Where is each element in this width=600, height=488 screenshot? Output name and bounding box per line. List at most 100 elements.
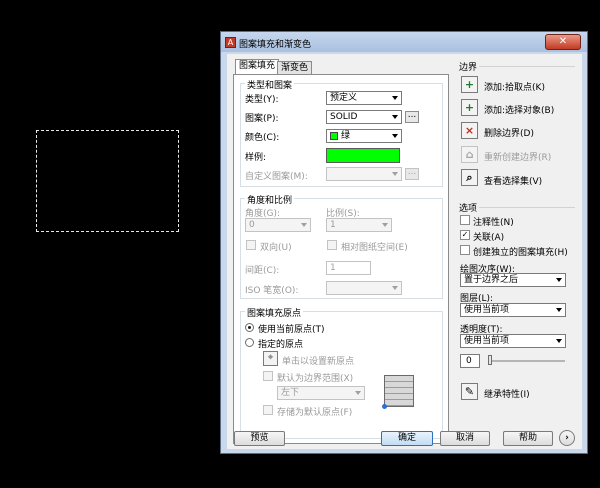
spacing-label: 间距(C): bbox=[245, 266, 280, 276]
transparency-select[interactable]: 使用当前项 bbox=[460, 334, 566, 348]
color-swatch-icon bbox=[330, 132, 338, 140]
hatch-origin-title: 图案填充原点 bbox=[245, 306, 304, 319]
color-label: 颜色(C): bbox=[245, 133, 280, 143]
boundaries-divider bbox=[479, 66, 575, 67]
cancel-button[interactable]: 取消 bbox=[440, 431, 490, 446]
spacing-input[interactable]: 1 bbox=[326, 261, 371, 275]
separate-hatches-checkbox[interactable] bbox=[460, 245, 470, 255]
origin-point-icon bbox=[382, 404, 387, 409]
ok-button[interactable]: 确定 bbox=[381, 431, 433, 446]
angle-scale-group: 角度和比例 角度(G): 比例(S): 0 1 双向(U) 相对图纸空间(E) … bbox=[240, 193, 443, 299]
iso-pen-width-label: ISO 笔宽(O): bbox=[245, 286, 299, 296]
double-checkbox[interactable] bbox=[246, 240, 256, 250]
type-pattern-title: 类型和图案 bbox=[245, 78, 295, 91]
recreate-boundary-icon[interactable]: ⌂ bbox=[461, 146, 478, 163]
extent-position-select[interactable]: 左下 bbox=[277, 386, 365, 400]
specified-origin-label: 指定的原点 bbox=[258, 340, 304, 350]
inherit-properties-label[interactable]: 继承特性(I) bbox=[484, 387, 530, 400]
chevron-down-icon bbox=[355, 391, 361, 395]
angle-select-value: 0 bbox=[249, 220, 255, 230]
add-pick-points-icon[interactable]: + bbox=[461, 76, 478, 93]
transparency-value: 使用当前项 bbox=[464, 336, 510, 346]
type-select[interactable]: 预定义 bbox=[326, 91, 402, 105]
chevron-down-icon bbox=[392, 96, 398, 100]
transparency-slider-track[interactable] bbox=[489, 360, 565, 362]
inherit-properties-icon[interactable]: ✎ bbox=[461, 383, 478, 400]
boundaries-title: 边界 bbox=[459, 63, 478, 73]
chevron-down-icon bbox=[392, 172, 398, 176]
pattern-browse-button[interactable]: ... bbox=[405, 111, 419, 123]
draw-order-select[interactable]: 置于边界之后 bbox=[460, 273, 566, 287]
angle-select[interactable]: 0 bbox=[245, 218, 311, 232]
chevron-down-icon bbox=[392, 115, 398, 119]
type-select-value: 预定义 bbox=[330, 93, 358, 103]
relative-paper-checkbox[interactable] bbox=[327, 240, 337, 250]
layer-select[interactable]: 使用当前项 bbox=[460, 303, 566, 317]
view-selections-icon[interactable]: ⌕ bbox=[461, 169, 478, 186]
help-button[interactable]: 帮助 bbox=[503, 431, 553, 446]
app-icon: A bbox=[225, 37, 236, 48]
transparency-slider-thumb[interactable] bbox=[488, 355, 492, 365]
custom-pattern-browse-button[interactable]: ... bbox=[405, 168, 419, 180]
origin-preview-icon bbox=[382, 375, 414, 409]
pick-origin-icon[interactable]: ⌖ bbox=[263, 351, 278, 366]
relative-paper-label: 相对图纸空间(E) bbox=[341, 243, 408, 253]
annotative-label: 注释性(N) bbox=[473, 218, 514, 228]
use-current-origin-radio[interactable] bbox=[245, 323, 254, 332]
layer-value: 使用当前项 bbox=[464, 305, 510, 315]
annotative-checkbox[interactable] bbox=[460, 215, 470, 225]
remove-boundaries-icon[interactable]: × bbox=[461, 122, 478, 139]
scale-select-value: 1 bbox=[330, 220, 336, 230]
options-divider bbox=[479, 207, 575, 208]
chevron-down-icon bbox=[392, 286, 398, 290]
store-default-origin-label: 存储为默认原点(F) bbox=[277, 408, 353, 418]
hatch-gradient-dialog: A 图案填充和渐变色 ✕ 图案填充 渐变色 类型和图案 类型(Y): 预定义 图… bbox=[220, 31, 588, 454]
chevron-down-icon bbox=[556, 308, 562, 312]
options-title: 选项 bbox=[459, 204, 478, 214]
remove-boundaries-label[interactable]: 删除边界(D) bbox=[484, 126, 534, 139]
color-select[interactable]: 绿 bbox=[326, 129, 402, 143]
use-current-origin-label: 使用当前原点(T) bbox=[258, 325, 325, 335]
iso-pen-width-select[interactable] bbox=[326, 281, 402, 295]
pattern-select-value: SOLID bbox=[330, 112, 358, 122]
add-select-objects-icon[interactable]: + bbox=[461, 99, 478, 116]
recreate-boundary-label[interactable]: 重新创建边界(R) bbox=[484, 150, 551, 163]
tab-gradient[interactable]: 渐变色 bbox=[277, 61, 313, 74]
add-pick-points-label[interactable]: 添加:拾取点(K) bbox=[484, 80, 545, 93]
scale-select[interactable]: 1 bbox=[326, 218, 392, 232]
more-options-button[interactable]: › bbox=[559, 430, 575, 446]
double-label: 双向(U) bbox=[260, 243, 292, 253]
chevron-down-icon bbox=[382, 223, 388, 227]
draw-order-value: 置于边界之后 bbox=[464, 275, 519, 285]
pattern-select[interactable]: SOLID bbox=[326, 110, 402, 124]
title-bar[interactable]: A 图案填充和渐变色 ✕ bbox=[221, 32, 587, 52]
default-extent-checkbox[interactable] bbox=[263, 371, 273, 381]
add-select-objects-label[interactable]: 添加:选择对象(B) bbox=[484, 103, 554, 116]
chevron-down-icon bbox=[556, 339, 562, 343]
transparency-input[interactable]: 0 bbox=[460, 354, 480, 368]
pattern-label: 图案(P): bbox=[245, 114, 279, 124]
associative-checkbox[interactable]: ✓ bbox=[460, 230, 470, 240]
hatch-tab-panel: 类型和图案 类型(Y): 预定义 图案(P): SOLID ... 颜色(C):… bbox=[233, 74, 449, 444]
pattern-swatch[interactable] bbox=[326, 148, 400, 163]
color-select-value: 绿 bbox=[341, 131, 351, 141]
hatch-origin-group: 图案填充原点 使用当前原点(T) 指定的原点 ⌖ 单击以设置新原点 默认为边界范… bbox=[240, 306, 443, 439]
preview-button[interactable]: 预览 bbox=[234, 431, 285, 446]
chevron-down-icon bbox=[301, 223, 307, 227]
swatch-label: 样例: bbox=[245, 153, 267, 163]
tab-hatch[interactable]: 图案填充 bbox=[235, 59, 280, 75]
type-pattern-group: 类型和图案 类型(Y): 预定义 图案(P): SOLID ... 颜色(C):… bbox=[240, 78, 443, 187]
custom-pattern-select[interactable] bbox=[326, 167, 402, 181]
chevron-down-icon bbox=[392, 134, 398, 138]
selection-rectangle bbox=[36, 130, 179, 232]
extent-position-value: 左下 bbox=[281, 388, 300, 398]
store-default-origin-checkbox[interactable] bbox=[263, 405, 273, 415]
custom-pattern-label: 自定义图案(M): bbox=[245, 172, 308, 182]
default-extent-label: 默认为边界范围(X) bbox=[277, 374, 354, 384]
close-button[interactable]: ✕ bbox=[545, 34, 581, 50]
click-origin-label: 单击以设置新原点 bbox=[282, 357, 355, 367]
chevron-down-icon bbox=[556, 278, 562, 282]
specified-origin-radio[interactable] bbox=[245, 338, 254, 347]
type-label: 类型(Y): bbox=[245, 95, 279, 105]
view-selections-label[interactable]: 查看选择集(V) bbox=[484, 174, 542, 187]
